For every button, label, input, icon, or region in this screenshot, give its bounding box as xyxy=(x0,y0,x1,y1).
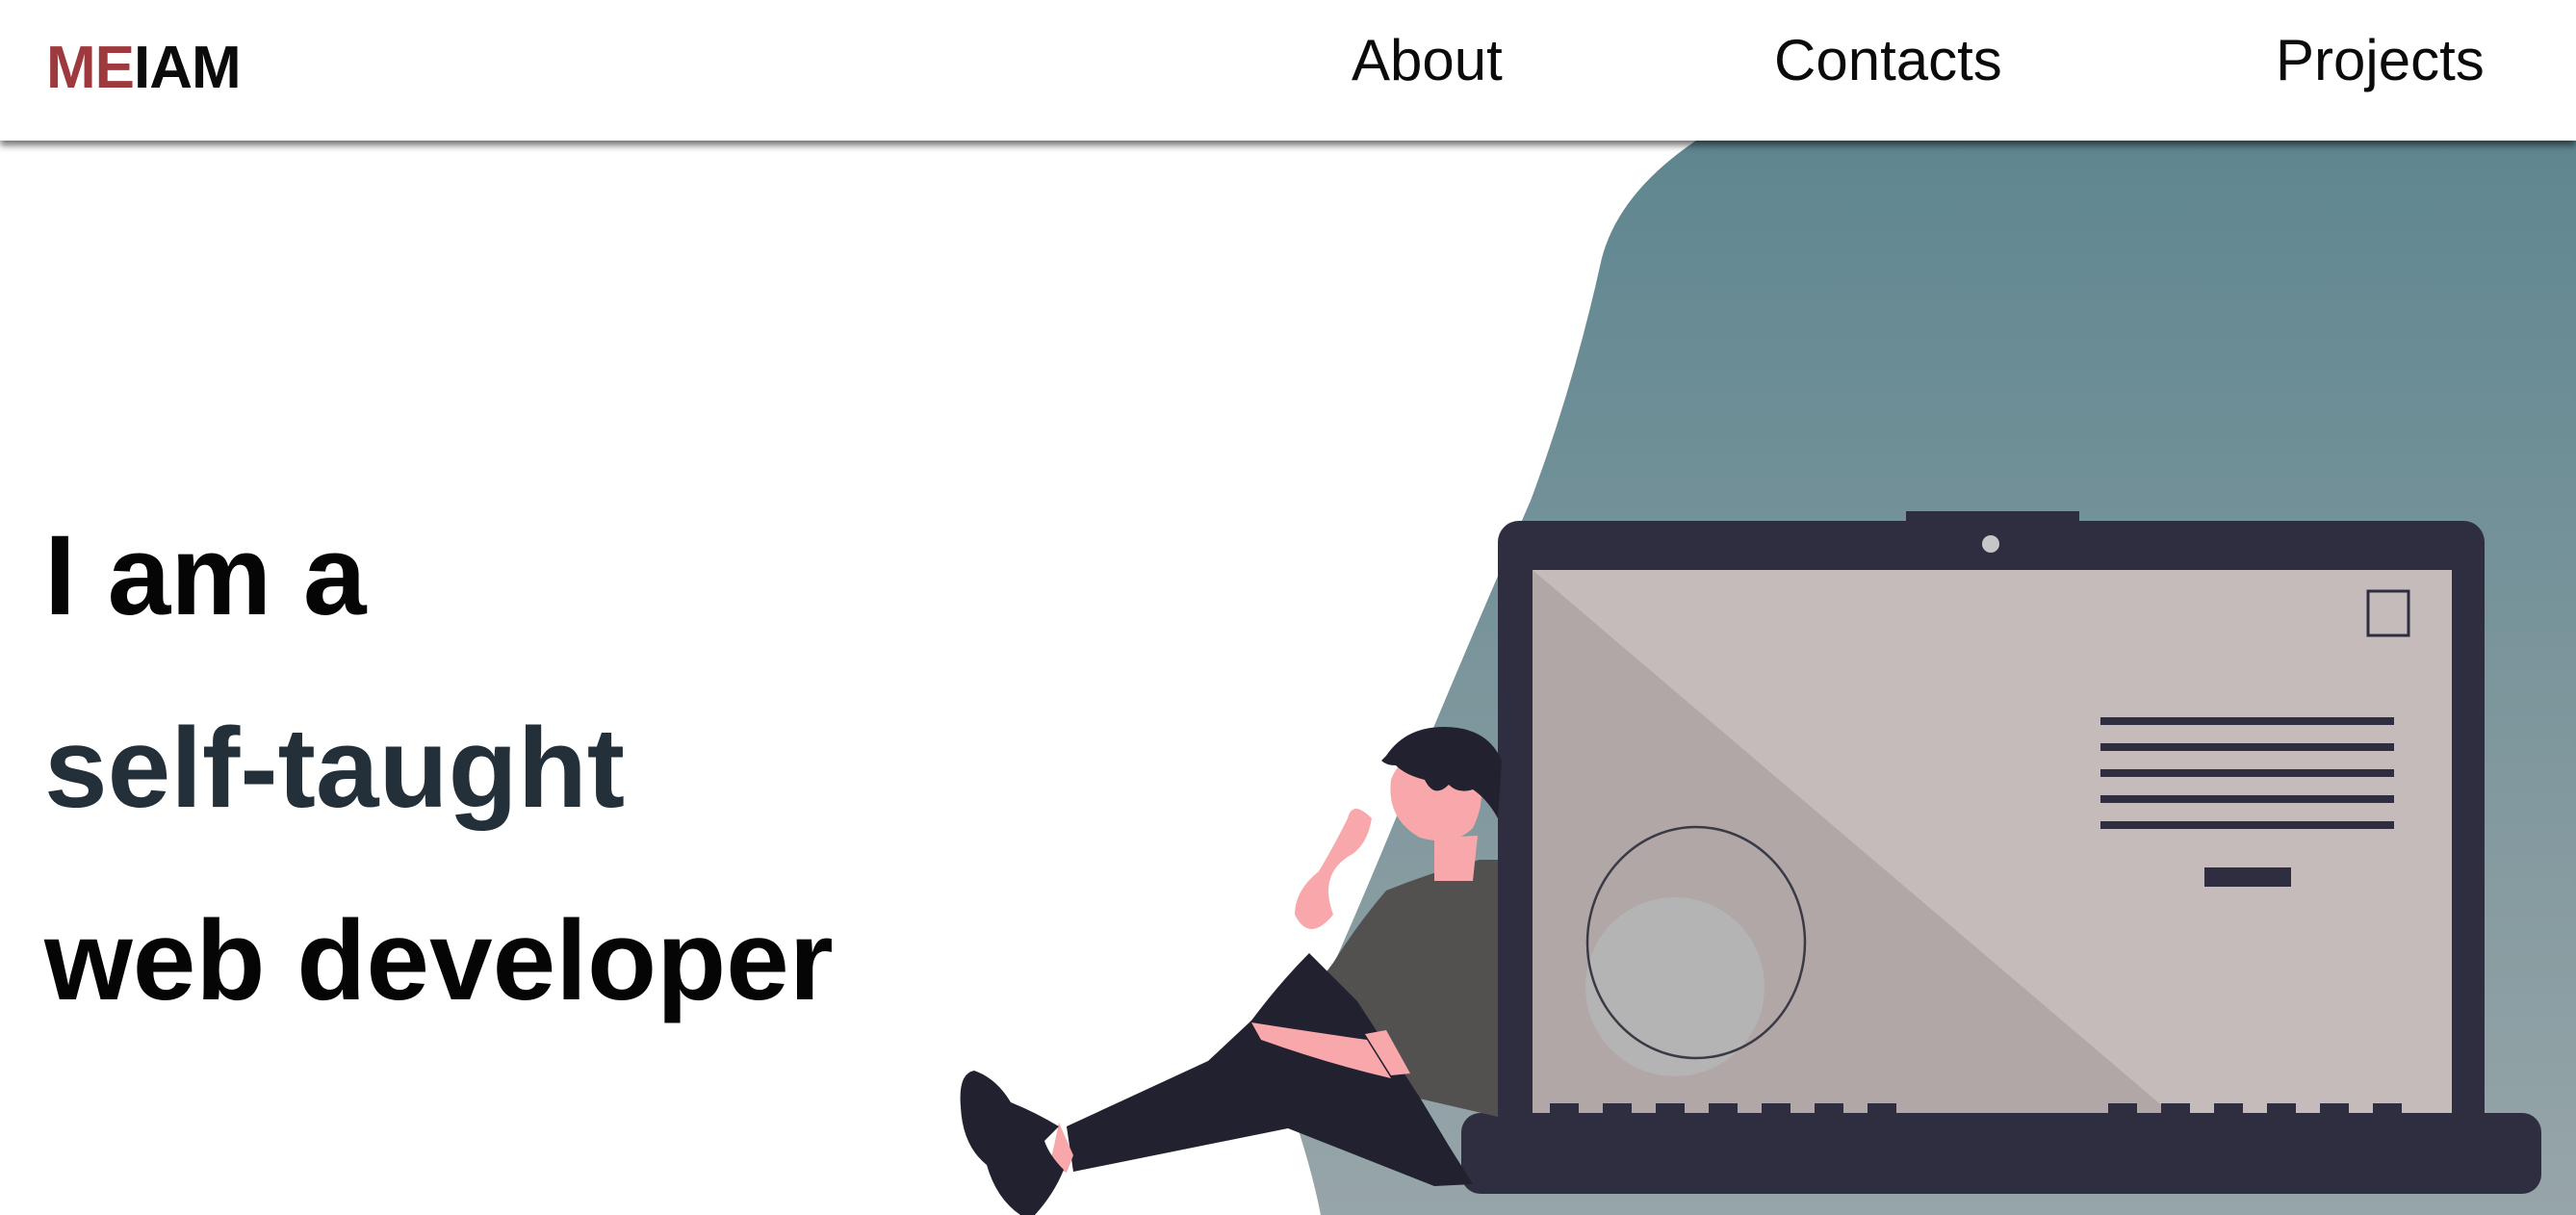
logo-part-iam: IAM xyxy=(134,35,242,101)
hero-heading-line-1: I am a xyxy=(44,512,367,639)
nav-link-about[interactable]: About xyxy=(1352,27,1503,94)
person-illustration xyxy=(960,727,1502,1215)
site-logo[interactable]: MEIAM xyxy=(46,35,242,102)
hero-heading-line-2: self-taught xyxy=(44,705,626,832)
nav-link-projects[interactable]: Projects xyxy=(2276,27,2485,94)
nav-link-contacts[interactable]: Contacts xyxy=(1774,27,2002,94)
hero-illustration xyxy=(960,141,2576,1215)
logo-part-me: ME xyxy=(46,35,135,101)
top-navbar: MEIAM About Contacts Projects xyxy=(0,0,2576,141)
hero-heading-line-3: web developer xyxy=(44,897,834,1024)
laptop-illustration xyxy=(1461,511,2541,1194)
